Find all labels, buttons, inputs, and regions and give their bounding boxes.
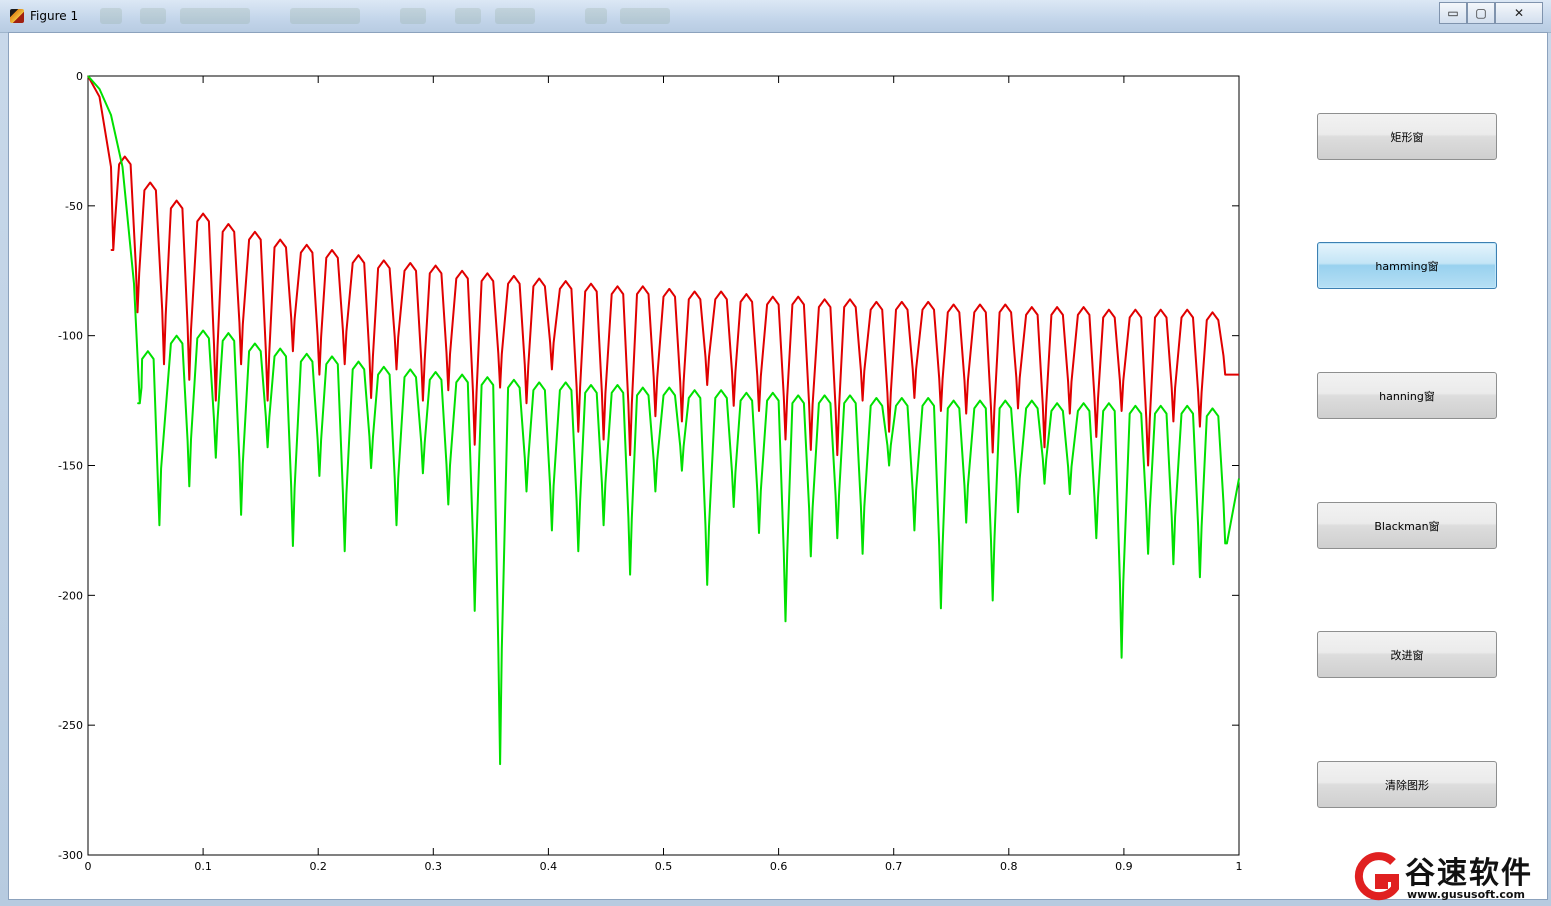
y-tick-label: -250 (58, 719, 83, 732)
blackman-window-button[interactable]: Blackman窗 (1317, 502, 1497, 549)
x-tick-label: 0.7 (885, 860, 903, 873)
window-title: Figure 1 (30, 9, 79, 23)
matlab-icon (10, 9, 24, 23)
x-tick-label: 1 (1236, 860, 1243, 873)
close-button[interactable]: ✕ (1495, 2, 1543, 24)
y-tick-label: -150 (58, 460, 83, 473)
y-tick-label: 0 (76, 70, 83, 83)
figure-canvas: 0 0.1 0.2 0.3 0.4 0.5 0.6 0.7 0.8 0.9 1 0 -50 -100 -15… (8, 32, 1548, 900)
y-tick-label: -300 (58, 849, 83, 862)
window-controls: ▭ ▢ ✕ (1439, 2, 1543, 24)
x-tick-label: 0.8 (1000, 860, 1018, 873)
x-tick-label: 0.4 (540, 860, 558, 873)
rect-window-button[interactable]: 矩形窗 (1317, 113, 1497, 160)
x-tick-label: 0 (85, 860, 92, 873)
ghost-toolbar (100, 8, 720, 26)
improved-window-button[interactable]: 改进窗 (1317, 631, 1497, 678)
figure-window: Figure 1 ▭ ▢ ✕ 0 0.1 0.2 0.3 0.4 0.5 0.6 0.7 0.8… (0, 0, 1551, 906)
watermark-logo-icon (1354, 852, 1399, 901)
clear-figure-button[interactable]: 清除图形 (1317, 761, 1497, 808)
watermark: 谷速软件 www.gususoft.com (1349, 848, 1549, 904)
y-tick-label: -200 (58, 589, 83, 602)
title-bar[interactable]: Figure 1 ▭ ▢ ✕ (0, 0, 1551, 33)
x-tick-label: 0.3 (425, 860, 443, 873)
y-tick-label: -50 (65, 200, 83, 213)
watermark-brand: 谷速软件 (1405, 856, 1533, 891)
minimize-button[interactable]: ▭ (1439, 2, 1467, 24)
watermark-url: www.gususoft.com (1407, 888, 1525, 901)
x-tick-label: 0.1 (194, 860, 212, 873)
hanning-window-button[interactable]: hanning窗 (1317, 372, 1497, 419)
hamming-window-button[interactable]: hamming窗 (1317, 242, 1497, 289)
x-tick-label: 0.6 (770, 860, 788, 873)
axes-box (87, 75, 1240, 856)
x-tick-label: 0.9 (1115, 860, 1133, 873)
x-tick-label: 0.2 (309, 860, 327, 873)
x-tick-label: 0.5 (655, 860, 673, 873)
y-tick-label: -100 (58, 330, 83, 343)
maximize-button[interactable]: ▢ (1467, 2, 1495, 24)
